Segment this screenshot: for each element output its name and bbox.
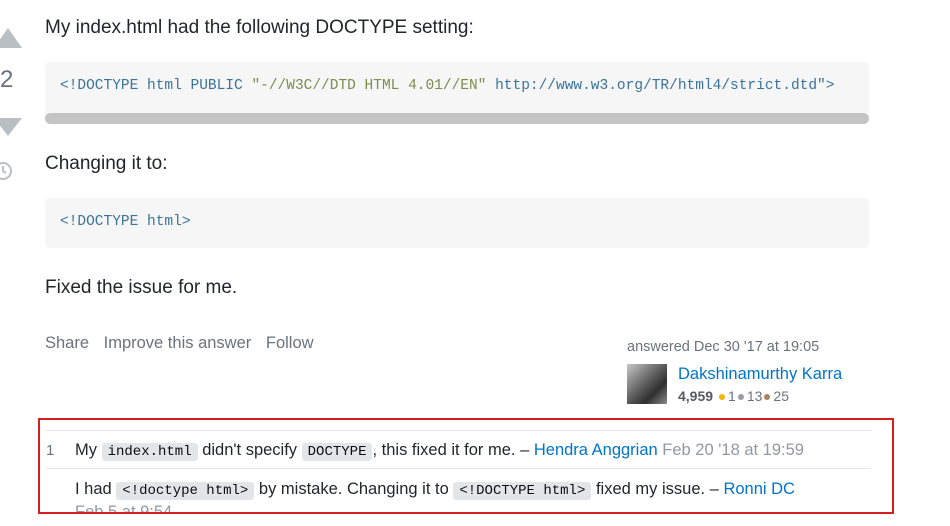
answer-paragraph-3: Fixed the issue for me. (45, 277, 238, 298)
history-icon[interactable] (0, 160, 14, 187)
gold-badge-icon (719, 393, 726, 400)
comment-text: My (75, 441, 102, 459)
bronze-badge-icon (764, 393, 771, 400)
downvote-button[interactable] (0, 118, 22, 136)
comment-user-link[interactable]: Hendra Anggrian (534, 441, 658, 459)
bronze-badge-count: 25 (773, 388, 789, 404)
answer-paragraph-1: My index.html had the following DOCTYPE … (45, 17, 474, 38)
comment-divider (46, 430, 871, 431)
improve-answer-link[interactable]: Improve this answer (104, 334, 252, 352)
comment-body: My index.html didn't specify DOCTYPE, th… (75, 440, 865, 463)
inline-code: index.html (101, 443, 198, 461)
silver-badge-count: 13 (746, 388, 763, 404)
code-tag: <!DOCTYPE html PUBLIC (60, 78, 252, 94)
inline-code: <!doctype html> (116, 482, 255, 500)
comment-date[interactable]: Feb 20 '18 at 19:59 (658, 441, 804, 459)
share-link[interactable]: Share (45, 334, 89, 352)
inline-code: DOCTYPE (301, 443, 373, 461)
inline-code: <!DOCTYPE html> (453, 482, 592, 500)
comment-date[interactable]: Feb 5 at 9:54 (75, 503, 172, 512)
user-name-link[interactable]: Dakshinamurthy Karra (678, 365, 842, 384)
answer-paragraph-2: Changing it to: (45, 153, 168, 174)
code-string: "-//W3C//DTD HTML 4.01//EN" (251, 78, 487, 94)
comment-user-link[interactable]: Ronni DC (723, 480, 795, 498)
user-signature: answered Dec 30 '17 at 19:05 Dakshinamur… (627, 339, 867, 404)
comments-section: 1 My index.html didn't specify DOCTYPE, … (38, 418, 894, 514)
comment-text: by mistake. Changing it to (254, 480, 454, 498)
code-line: <!DOCTYPE html PUBLIC "-//W3C//DTD HTML … (60, 78, 834, 94)
upvote-button[interactable] (0, 28, 22, 48)
code-line: <!DOCTYPE html> (60, 214, 191, 230)
gold-badge-count: 1 (728, 388, 736, 404)
comment-text: , this fixed it for me. – (372, 441, 534, 459)
reputation-score: 4,959 (678, 388, 714, 404)
comment-score: 1 (46, 442, 55, 459)
code-block-doctype-html: <!DOCTYPE html> (45, 198, 869, 248)
user-stats: 4,959 1 13 25 (678, 388, 789, 404)
comment-text: I had (75, 480, 117, 498)
code-url: http://www.w3.org/TR/html4/strict.dtd"> (486, 78, 835, 94)
code-block-doctype-strict: <!DOCTYPE html PUBLIC "-//W3C//DTD HTML … (45, 62, 869, 124)
silver-badge-icon (737, 393, 744, 400)
comment-text: fixed my issue. – (591, 480, 724, 498)
avatar[interactable] (627, 364, 667, 404)
follow-link[interactable]: Follow (266, 334, 314, 352)
comment-body: I had <!doctype html> by mistake. Changi… (75, 479, 865, 512)
post-menu: Share Improve this answer Follow (45, 334, 324, 353)
answered-timestamp: answered Dec 30 '17 at 19:05 (627, 339, 820, 355)
comment-divider (46, 468, 871, 469)
vote-count: 2 (0, 66, 14, 93)
comment-text: didn't specify (197, 441, 302, 459)
horizontal-scrollbar[interactable] (45, 113, 869, 124)
